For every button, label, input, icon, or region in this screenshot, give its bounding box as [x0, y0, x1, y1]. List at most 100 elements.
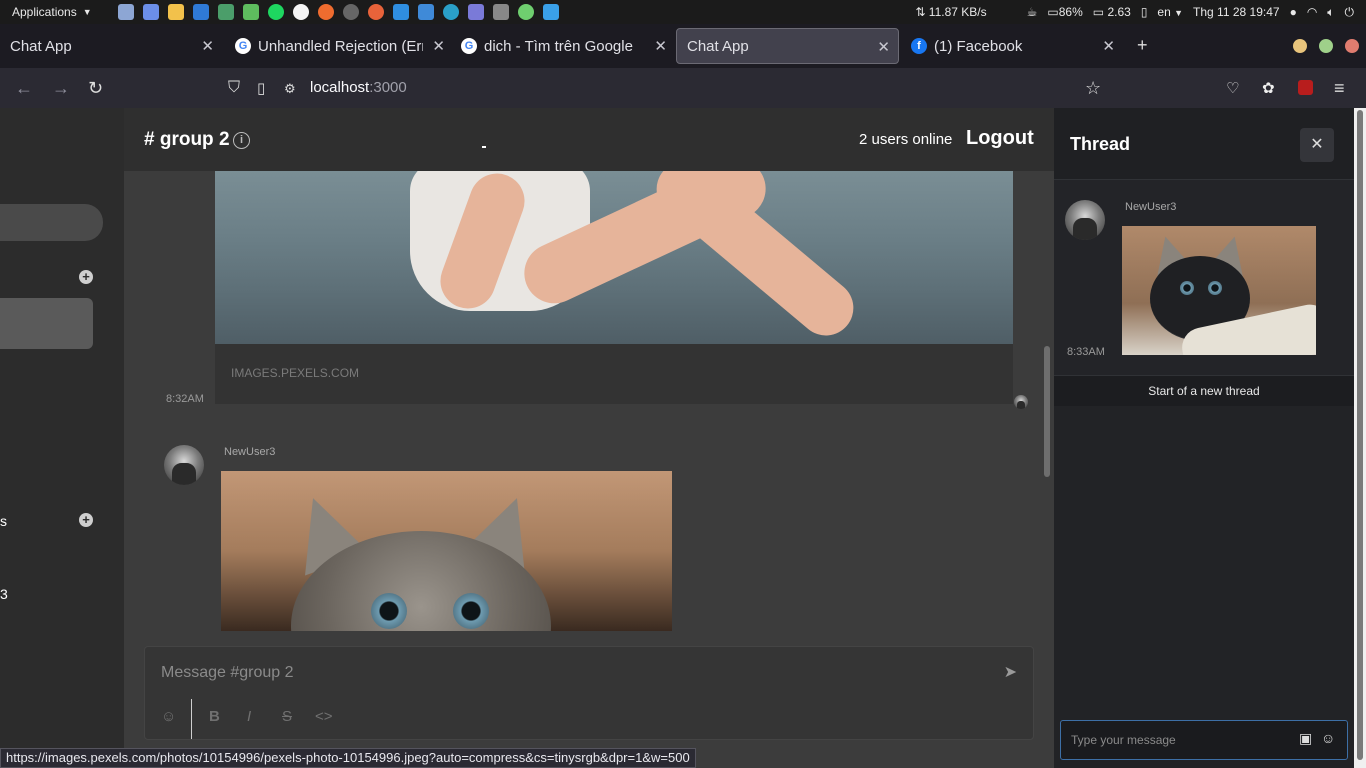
page-icon[interactable]: ▯ [257, 79, 265, 97]
thread-reply-input[interactable]: Type your message ▣ ☺ [1060, 720, 1348, 760]
settings-app-icon[interactable] [343, 4, 359, 20]
tab-facebook[interactable]: f (1) Facebook ✕ [901, 28, 1123, 64]
message-list[interactable]: IMAGES.PEXELS.COM 8:32AM NewUser3 [124, 171, 1054, 631]
tab-chat-app-1[interactable]: Chat App ✕ [0, 28, 222, 64]
browser-nav-bar: ← → ↻ ⛉ ▯ ⚙ localhost:3000 ☆ ♡ ✿ ≡ [0, 68, 1366, 108]
clipboard-icon[interactable]: ▯ [1141, 5, 1148, 19]
folder-icon[interactable] [193, 4, 209, 20]
extension-paw-icon[interactable]: ✿ [1262, 79, 1275, 97]
mongodb-icon[interactable] [293, 4, 309, 20]
close-tab-icon[interactable]: ✕ [432, 37, 445, 55]
thread-panel: Thread ✕ NewUser3 8:33AM Start of a new … [1054, 108, 1354, 768]
send-icon[interactable]: ➤ [1004, 662, 1017, 682]
applications-menu[interactable]: Applications ▼ [0, 5, 92, 19]
logout-button[interactable]: Logout [966, 127, 1034, 150]
datetime[interactable]: Thg 11 28 19:47 [1193, 5, 1280, 19]
image-upload-icon[interactable]: ▣ [1299, 730, 1312, 747]
channel-header: # group 2 i 2 users online Logout [124, 108, 1054, 171]
close-tab-icon[interactable]: ✕ [654, 37, 667, 55]
message-input[interactable]: Message #group 2 [161, 664, 294, 682]
power-icon[interactable]: ⏻ [1345, 5, 1355, 20]
strikethrough-icon[interactable]: S [282, 708, 292, 725]
editor-icon[interactable] [543, 4, 559, 20]
calendar-icon[interactable] [468, 4, 484, 20]
maximize-window-button[interactable] [1319, 39, 1333, 53]
spotify-icon[interactable] [268, 4, 284, 20]
thread-parent-message[interactable]: NewUser3 8:33AM [1054, 180, 1354, 376]
docs-icon[interactable] [143, 4, 159, 20]
permissions-icon[interactable]: ⚙ [284, 81, 296, 97]
chevron-down-icon: ▼ [1174, 8, 1184, 18]
close-tab-icon[interactable]: ✕ [877, 38, 890, 56]
link-preview-card[interactable]: IMAGES.PEXELS.COM [215, 344, 1013, 404]
green-app-icon[interactable] [518, 4, 534, 20]
minimize-window-button[interactable] [1293, 39, 1307, 53]
emoji-icon[interactable]: ☺ [1321, 730, 1335, 746]
pocket-icon[interactable]: ♡ [1226, 79, 1239, 97]
language-indicator[interactable]: en ▼ [1157, 5, 1183, 19]
code-icon[interactable]: <> [315, 708, 333, 725]
postman-icon[interactable] [318, 4, 334, 20]
toolbar-divider [191, 699, 192, 739]
close-window-button[interactable] [1345, 39, 1359, 53]
close-tab-icon[interactable]: ✕ [1102, 37, 1115, 55]
avatar[interactable] [1065, 200, 1105, 240]
tab-unhandled-rejection[interactable]: G Unhandled Rejection (Err ✕ [225, 28, 453, 64]
vscode-icon[interactable] [393, 4, 409, 20]
bookmark-star-icon[interactable]: ☆ [1085, 78, 1101, 99]
message-username[interactable]: NewUser3 [1125, 201, 1176, 213]
emoji-icon[interactable]: ☺ [161, 708, 176, 725]
shield-icon[interactable]: ⛉ [228, 79, 240, 97]
avatar[interactable] [164, 445, 204, 485]
message-composer[interactable]: Message #group 2 ➤ ☺ B I S <> [144, 646, 1034, 740]
tab-label: Chat App [10, 37, 72, 55]
bold-icon[interactable]: B [209, 708, 220, 725]
battery-icon: ▭ [1047, 5, 1059, 19]
screen-icon[interactable] [493, 4, 509, 20]
sidebar-item-label[interactable]: s [0, 513, 7, 529]
monitor-icon: ▭ [1092, 5, 1105, 19]
menu-icon[interactable]: ≡ [1334, 78, 1345, 99]
sidebar-search-pill[interactable] [0, 204, 103, 241]
back-icon[interactable]: ← [15, 78, 33, 99]
volume-icon[interactable]: 🔈︎ [1327, 5, 1334, 20]
puzzle-icon[interactable] [243, 4, 259, 20]
wifi-icon[interactable]: ◠ [1307, 5, 1317, 19]
link-preview-image[interactable] [215, 171, 1013, 344]
notes-icon[interactable] [168, 4, 184, 20]
tab-label: Chat App [687, 37, 749, 55]
add-direct-message-icon[interactable]: + [79, 513, 93, 527]
firefox-icon[interactable] [368, 4, 384, 20]
read-receipt-avatar [1014, 395, 1028, 409]
android-studio-icon[interactable] [218, 4, 234, 20]
close-tab-icon[interactable]: ✕ [201, 37, 214, 55]
battery-indicator[interactable]: ▭86% [1047, 5, 1082, 19]
tab-chat-app-active[interactable]: Chat App ✕ [676, 28, 899, 64]
cursor-marker [482, 146, 486, 148]
reload-icon[interactable]: ↻ [88, 78, 103, 99]
page-scrollbar-thumb[interactable] [1357, 110, 1363, 760]
edge-icon[interactable] [443, 4, 459, 20]
link-status-url: https://images.pexels.com/photos/1015499… [0, 748, 696, 768]
message-username[interactable]: NewUser3 [224, 446, 275, 458]
page-scrollbar[interactable] [1354, 108, 1366, 768]
message-image[interactable] [221, 471, 672, 631]
close-thread-button[interactable]: ✕ [1300, 128, 1334, 162]
sidebar-item-active-channel[interactable] [0, 298, 93, 349]
browser-tab-bar: Chat App ✕ G Unhandled Rejection (Err ✕ … [0, 24, 1366, 68]
sidebar-item-label[interactable]: 3 [0, 586, 8, 602]
message-scrollbar[interactable] [1044, 346, 1050, 477]
new-tab-icon[interactable]: + [1137, 35, 1148, 56]
add-channel-icon[interactable]: + [79, 270, 93, 284]
ide-icon[interactable] [418, 4, 434, 20]
ublock-icon[interactable] [1298, 80, 1313, 95]
address-bar[interactable]: localhost:3000 [310, 79, 407, 96]
files-icon[interactable] [118, 4, 134, 20]
tab-dich-google[interactable]: G dich - Tìm trên Google ✕ [451, 28, 675, 64]
load-indicator[interactable]: ▭ 2.63 [1093, 5, 1131, 19]
info-icon[interactable]: i [233, 132, 250, 149]
forward-icon[interactable]: → [52, 78, 70, 99]
app-launcher-tray [118, 4, 559, 20]
message-image[interactable] [1122, 226, 1316, 355]
italic-icon[interactable]: I [247, 708, 251, 725]
